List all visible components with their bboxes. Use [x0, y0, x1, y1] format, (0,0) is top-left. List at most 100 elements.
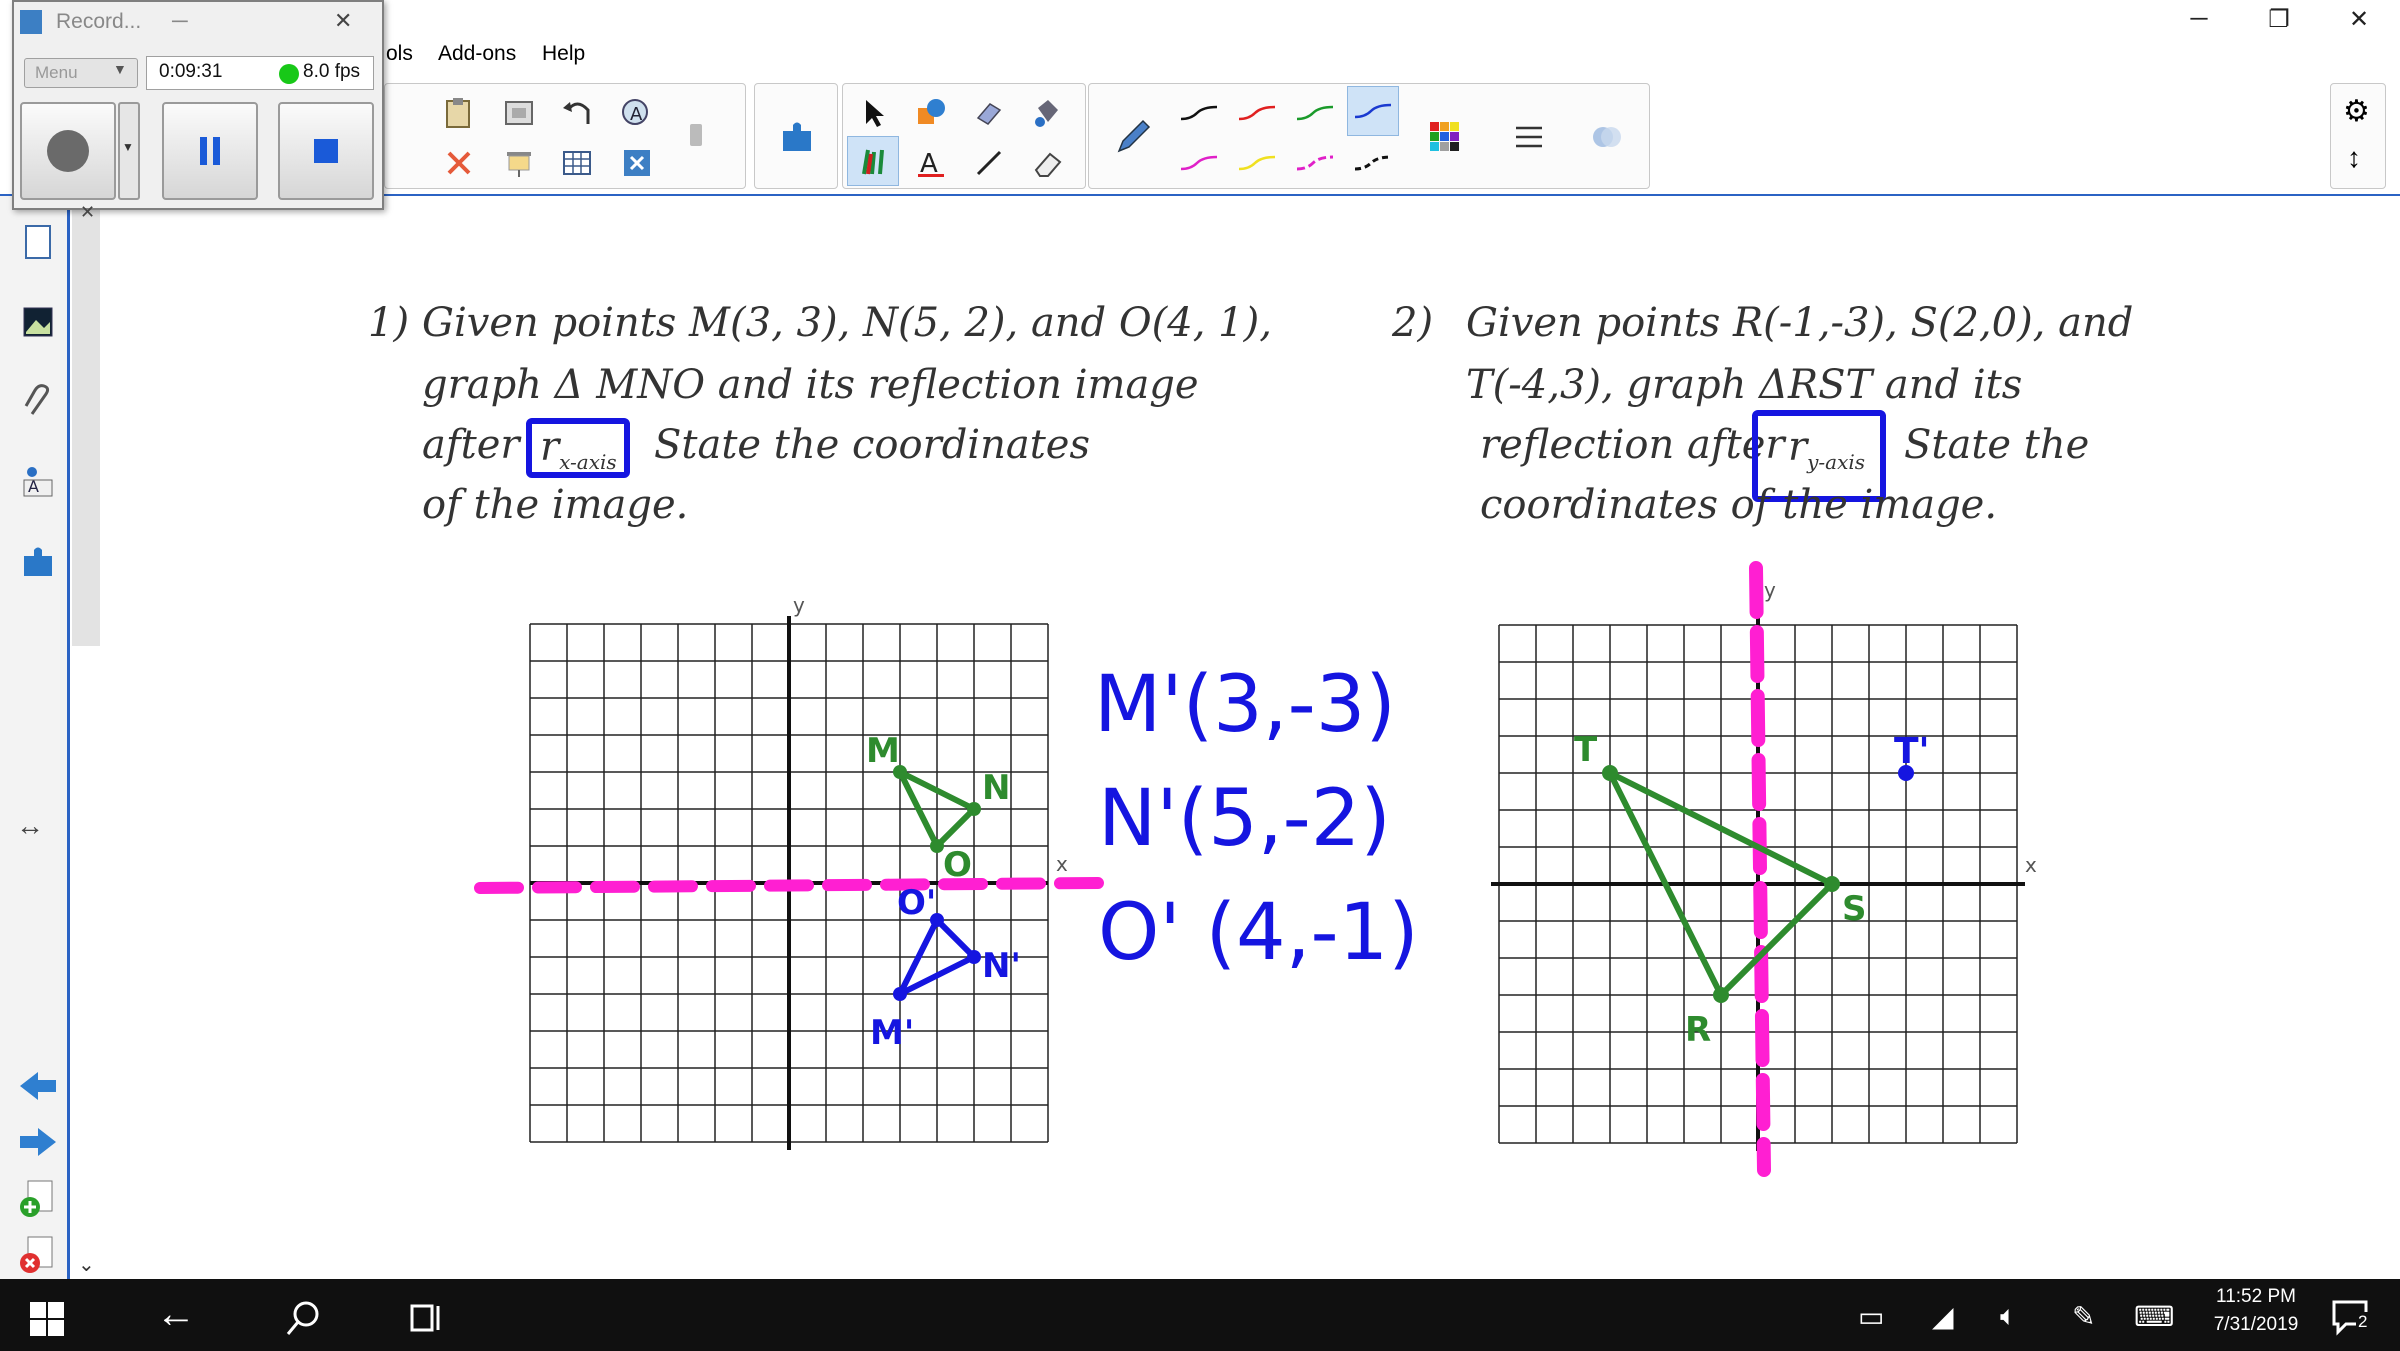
- record-button[interactable]: [20, 102, 116, 200]
- pen-ink-icon[interactable]: ✎: [2072, 1300, 2095, 1333]
- recorder-title: Record...: [56, 10, 142, 33]
- back-icon[interactable]: ←: [156, 1292, 196, 1337]
- previous-page-icon[interactable]: [14, 1056, 62, 1116]
- recorder-menu-label: Menu: [35, 63, 78, 82]
- color-palette-icon[interactable]: [1419, 112, 1471, 162]
- clock[interactable]: 11:52 PM 7/31/2019: [2206, 1286, 2306, 1336]
- graph-2-marks: T S R T': [1574, 561, 1930, 1177]
- volume-icon[interactable]: 🔈︎: [2000, 1300, 2017, 1333]
- line-icon[interactable]: [963, 138, 1015, 188]
- line-style-icon[interactable]: [1503, 112, 1555, 162]
- toolbar-group-edit: A: [384, 83, 746, 189]
- recorder-fps: 8.0 fps: [303, 61, 361, 82]
- graph-1-y-label: y: [793, 593, 805, 617]
- close-small-icon[interactable]: ✕: [80, 202, 95, 223]
- problem-2-line-5: coordinates of the image.: [1480, 482, 1998, 528]
- recorder-minimize-button[interactable]: ─: [172, 8, 188, 34]
- vertex-label: O': [897, 883, 936, 923]
- fill-icon[interactable]: [1021, 88, 1073, 138]
- problem-2-line-2: T(-4,3), graph ΔRST and its: [1466, 362, 2023, 408]
- gallery-icon[interactable]: [14, 292, 62, 352]
- vertex-label: T: [1574, 730, 1598, 770]
- battery-icon[interactable]: ▭: [1858, 1300, 1884, 1333]
- chevron-down-icon: ▼: [122, 140, 134, 154]
- vertex-point: [1713, 987, 1729, 1003]
- pause-button[interactable]: [162, 102, 258, 200]
- maximize-button[interactable]: ❐: [2244, 0, 2314, 38]
- search-icon[interactable]: [284, 1298, 324, 1343]
- pens-icon[interactable]: [847, 136, 899, 186]
- vertex-label: M: [866, 731, 900, 771]
- pen-yellow-swatch[interactable]: [1231, 138, 1283, 188]
- vertex-label: N': [982, 946, 1021, 986]
- record-options-dropdown[interactable]: ▼: [118, 102, 140, 200]
- vertex-label: O: [943, 845, 972, 885]
- toolbar-group-tools: A: [842, 83, 1086, 189]
- notifications-icon[interactable]: 2: [2330, 1296, 2374, 1341]
- line-of-reflection: [474, 877, 1104, 894]
- stop-button[interactable]: [278, 102, 374, 200]
- taskbar: [0, 1279, 2400, 1351]
- menu-add-ons[interactable]: Add-ons: [438, 42, 516, 66]
- eraser-icon[interactable]: [1021, 138, 1073, 188]
- add-page-icon[interactable]: [14, 1174, 62, 1224]
- vertex-label: M': [870, 1013, 914, 1053]
- paste-icon[interactable]: [433, 88, 485, 138]
- problem-2-line-3: reflection after: [1480, 422, 1785, 468]
- add-ons-icon[interactable]: [14, 532, 62, 592]
- recorder-menu-dropdown[interactable]: Menu ▼: [24, 58, 138, 88]
- vertex-point: [1824, 876, 1840, 892]
- sidebar-scrollbar[interactable]: [72, 196, 100, 646]
- keyboard-icon[interactable]: ⌨: [2134, 1300, 2174, 1333]
- vertex-point: [930, 839, 944, 853]
- attachments-icon[interactable]: [14, 372, 62, 432]
- menu-tools[interactable]: ols: [386, 42, 413, 66]
- undo-icon[interactable]: [551, 88, 603, 138]
- shapes-icon[interactable]: [905, 88, 957, 138]
- close-tool-icon[interactable]: [611, 138, 663, 188]
- pen-green-swatch[interactable]: [1289, 88, 1341, 138]
- magic-pen-icon[interactable]: [963, 88, 1015, 138]
- graph-2-x-label: x: [2025, 853, 2037, 877]
- screen-shade-icon[interactable]: [493, 138, 545, 188]
- toolbar-position-icon[interactable]: ↕: [2347, 142, 2361, 174]
- minimize-button[interactable]: ─: [2164, 0, 2234, 38]
- screen-capture-icon[interactable]: [493, 88, 545, 138]
- task-view-icon[interactable]: [408, 1298, 448, 1343]
- pen-black-dashed-swatch[interactable]: [1347, 138, 1399, 188]
- puzzle-icon[interactable]: [771, 112, 823, 162]
- problem-1-line-3: after: [422, 422, 520, 468]
- windows-start-icon[interactable]: [28, 1300, 66, 1343]
- close-button[interactable]: ✕: [2324, 0, 2394, 38]
- pen-black-swatch[interactable]: [1173, 88, 1225, 138]
- graph-2: x y T S R T': [1491, 561, 2037, 1177]
- transparency-icon[interactable]: [1581, 112, 1633, 162]
- vertex-point: [967, 950, 981, 964]
- problem-2-number: 2): [1392, 300, 1434, 346]
- eraser-gray-icon[interactable]: [671, 110, 723, 160]
- transform-letter: r: [1788, 424, 1808, 470]
- network-icon[interactable]: ◢: [1932, 1300, 1954, 1333]
- next-page-icon[interactable]: [14, 1112, 62, 1172]
- text-icon[interactable]: A: [905, 138, 957, 188]
- pen-magenta-swatch[interactable]: [1173, 138, 1225, 188]
- recorder-time: 0:09:31: [159, 61, 223, 82]
- resize-sidebar-icon[interactable]: ↔: [16, 810, 44, 842]
- pen-magenta-dashed-swatch[interactable]: [1289, 138, 1341, 188]
- menu-help[interactable]: Help: [542, 42, 585, 66]
- pen-blue-swatch[interactable]: [1347, 86, 1399, 136]
- delete-page-icon[interactable]: [14, 1230, 62, 1280]
- vertex-label: R: [1685, 1010, 1711, 1050]
- recorder-close-button[interactable]: ✕: [334, 8, 352, 34]
- page-sorter-icon[interactable]: [14, 212, 62, 272]
- properties-icon[interactable]: A: [14, 452, 62, 512]
- delete-icon[interactable]: [433, 138, 485, 188]
- gear-icon[interactable]: ⚙: [2343, 94, 2370, 129]
- handwriting-recognition-icon[interactable]: A: [611, 88, 663, 138]
- select-arrow-icon[interactable]: [847, 88, 899, 138]
- sidebar-collapse-icon[interactable]: ⌄: [78, 1252, 95, 1277]
- pen-tool-icon[interactable]: [1107, 112, 1159, 162]
- svg-text:A: A: [630, 104, 643, 125]
- table-icon[interactable]: [551, 138, 603, 188]
- pen-red-swatch[interactable]: [1231, 88, 1283, 138]
